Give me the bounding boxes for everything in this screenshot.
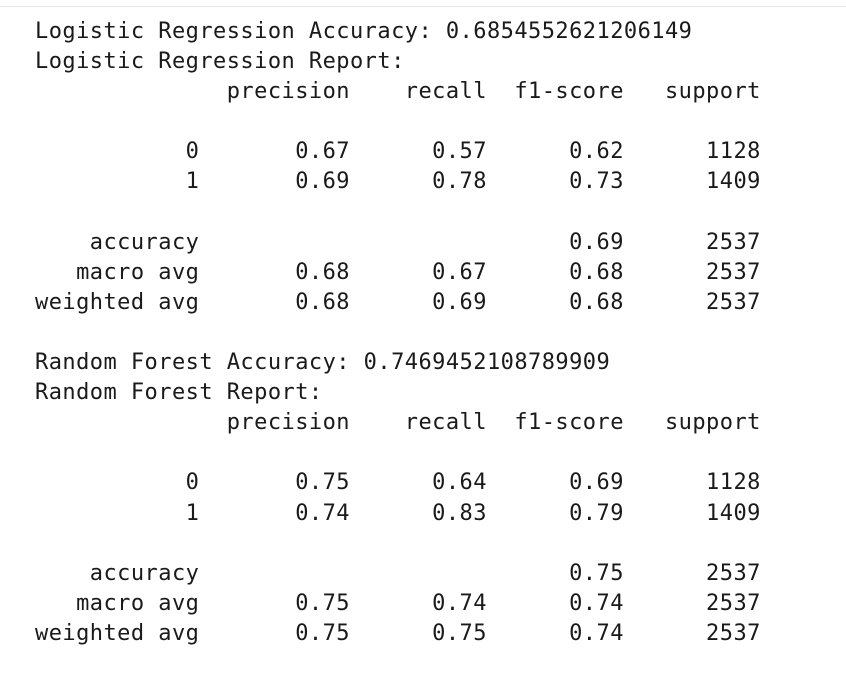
rf-row-weighted-avg: weighted avg 0.75 0.75 0.74 2537 <box>35 620 761 646</box>
lr-report-header: precision recall f1-score support <box>35 79 761 105</box>
rf-report-title: Random Forest Report: <box>35 380 323 406</box>
lr-row-accuracy: accuracy 0.69 2537 <box>35 229 761 255</box>
lr-row-class-0: 0 0.67 0.57 0.62 1128 <box>35 139 761 165</box>
lr-report-title: Logistic Regression Report: <box>35 49 405 75</box>
lr-accuracy-line: Logistic Regression Accuracy: 0.68545526… <box>35 19 693 44</box>
lr-row-class-1: 1 0.69 0.78 0.73 1409 <box>35 169 761 195</box>
cell-output-text: Logistic Regression Accuracy: 0.68545526… <box>35 17 761 649</box>
rf-report-header: precision recall f1-score support <box>35 410 761 436</box>
rf-row-macro-avg: macro avg 0.75 0.74 0.74 2537 <box>35 590 761 616</box>
rf-row-accuracy: accuracy 0.75 2537 <box>35 560 761 586</box>
rf-accuracy-line: Random Forest Accuracy: 0.74694521087899… <box>35 350 611 376</box>
rf-row-class-1: 1 0.74 0.83 0.79 1409 <box>35 500 761 526</box>
cell-top-border <box>0 0 846 7</box>
lr-row-weighted-avg: weighted avg 0.68 0.69 0.68 2537 <box>35 289 761 315</box>
lr-row-macro-avg: macro avg 0.68 0.67 0.68 2537 <box>35 259 761 285</box>
rf-row-class-0: 0 0.75 0.64 0.69 1128 <box>35 470 761 496</box>
